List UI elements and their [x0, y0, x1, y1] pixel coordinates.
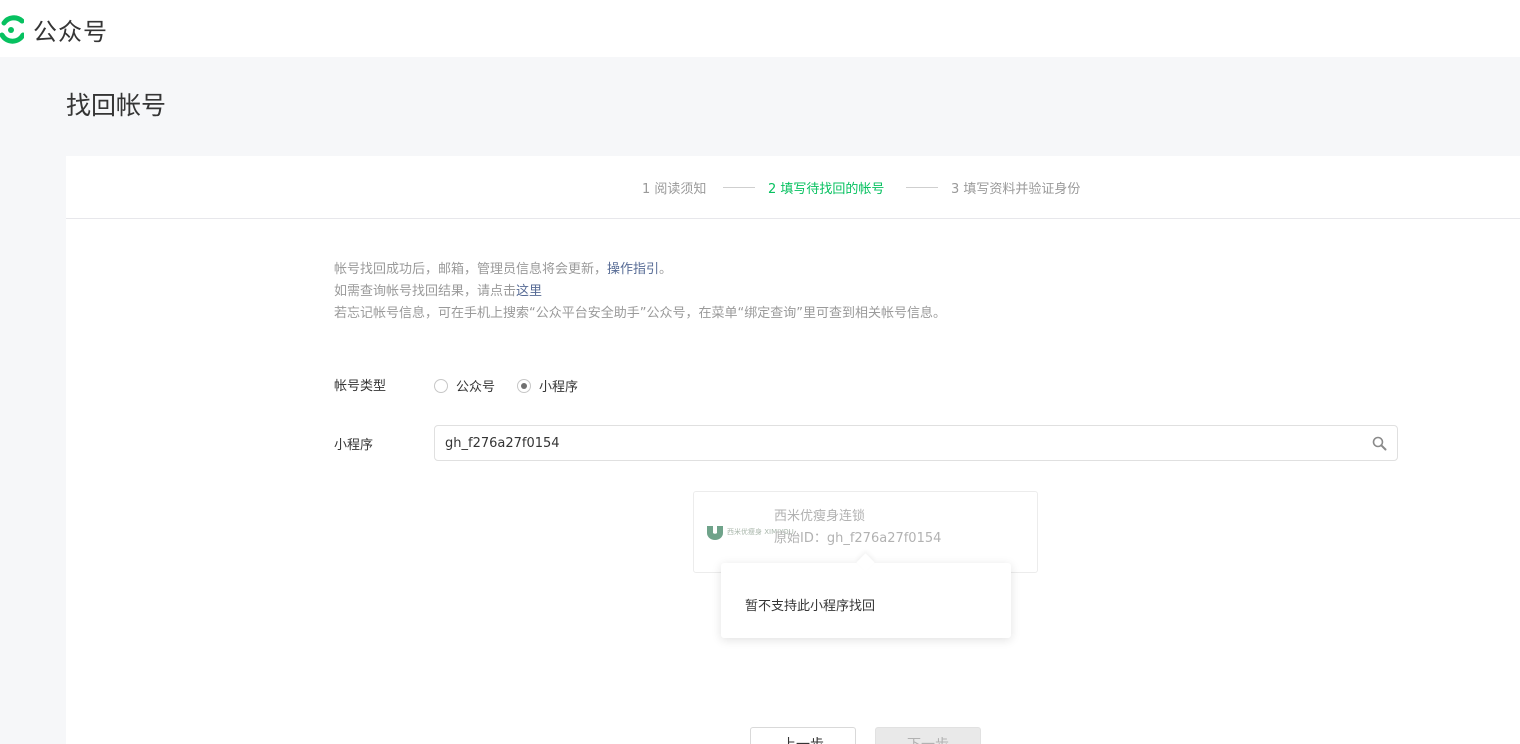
radio-checked-icon[interactable] — [517, 378, 531, 393]
account-type-label: 帐号类型 — [334, 379, 387, 394]
top-bar: 公众号 — [0, 0, 1520, 57]
radio-circle-icon[interactable] — [434, 378, 448, 393]
step-3: 3 填写资料并验证身份 — [951, 182, 1081, 197]
notice-line-3: 若忘记帐号信息，可在手机上搜索“公众平台安全助手”公众号，在菜单“绑定查询”里可… — [334, 306, 946, 321]
search-icon[interactable] — [1372, 436, 1387, 451]
search-input[interactable] — [445, 433, 1345, 453]
unsupported-tooltip: 暂不支持此小程序找回 — [721, 563, 1011, 638]
result-original-id: 原始ID：gh_f276a27f0154 — [774, 531, 942, 546]
step-1: 1 阅读须知 — [642, 182, 707, 197]
page-title: 找回帐号 — [66, 91, 167, 120]
mini-program-label: 小程序 — [334, 438, 374, 453]
tooltip-text: 暂不支持此小程序找回 — [745, 599, 876, 614]
step-divider — [723, 187, 755, 188]
step-2-active: 2 填写待找回的帐号 — [768, 182, 885, 197]
notice-line-1: 帐号找回成功后，邮箱，管理员信息将会更新，操作指引。 — [334, 262, 673, 277]
brand-mark-icon — [706, 524, 724, 540]
result-name: 西米优瘦身连锁 — [774, 509, 866, 524]
operation-guide-link[interactable]: 操作指引 — [607, 262, 659, 277]
next-step-button[interactable]: 下一步 — [875, 727, 981, 744]
radio-official-account[interactable]: 公众号 — [434, 376, 495, 395]
mini-program-search[interactable] — [434, 425, 1398, 461]
brand-name: 公众号 — [33, 18, 108, 46]
radio-mini-program[interactable]: 小程序 — [517, 376, 578, 395]
brand-logo[interactable]: 公众号 — [0, 12, 108, 47]
step-progress: 1 阅读须知 2 填写待找回的帐号 3 填写资料并验证身份 — [66, 156, 1520, 219]
step-divider — [906, 187, 938, 188]
prev-step-button[interactable]: 上一步 — [750, 727, 856, 744]
query-result-link[interactable]: 这里 — [516, 284, 542, 299]
main-card: 1 阅读须知 2 填写待找回的帐号 3 填写资料并验证身份 帐号找回成功后，邮箱… — [66, 156, 1520, 744]
notice-line-2: 如需查询帐号找回结果，请点击这里 — [334, 284, 543, 299]
notice-text: 帐号找回成功后，邮箱，管理员信息将会更新，操作指引。 如需查询帐号找回结果，请点… — [334, 259, 946, 325]
wechat-logo-icon — [0, 14, 24, 44]
